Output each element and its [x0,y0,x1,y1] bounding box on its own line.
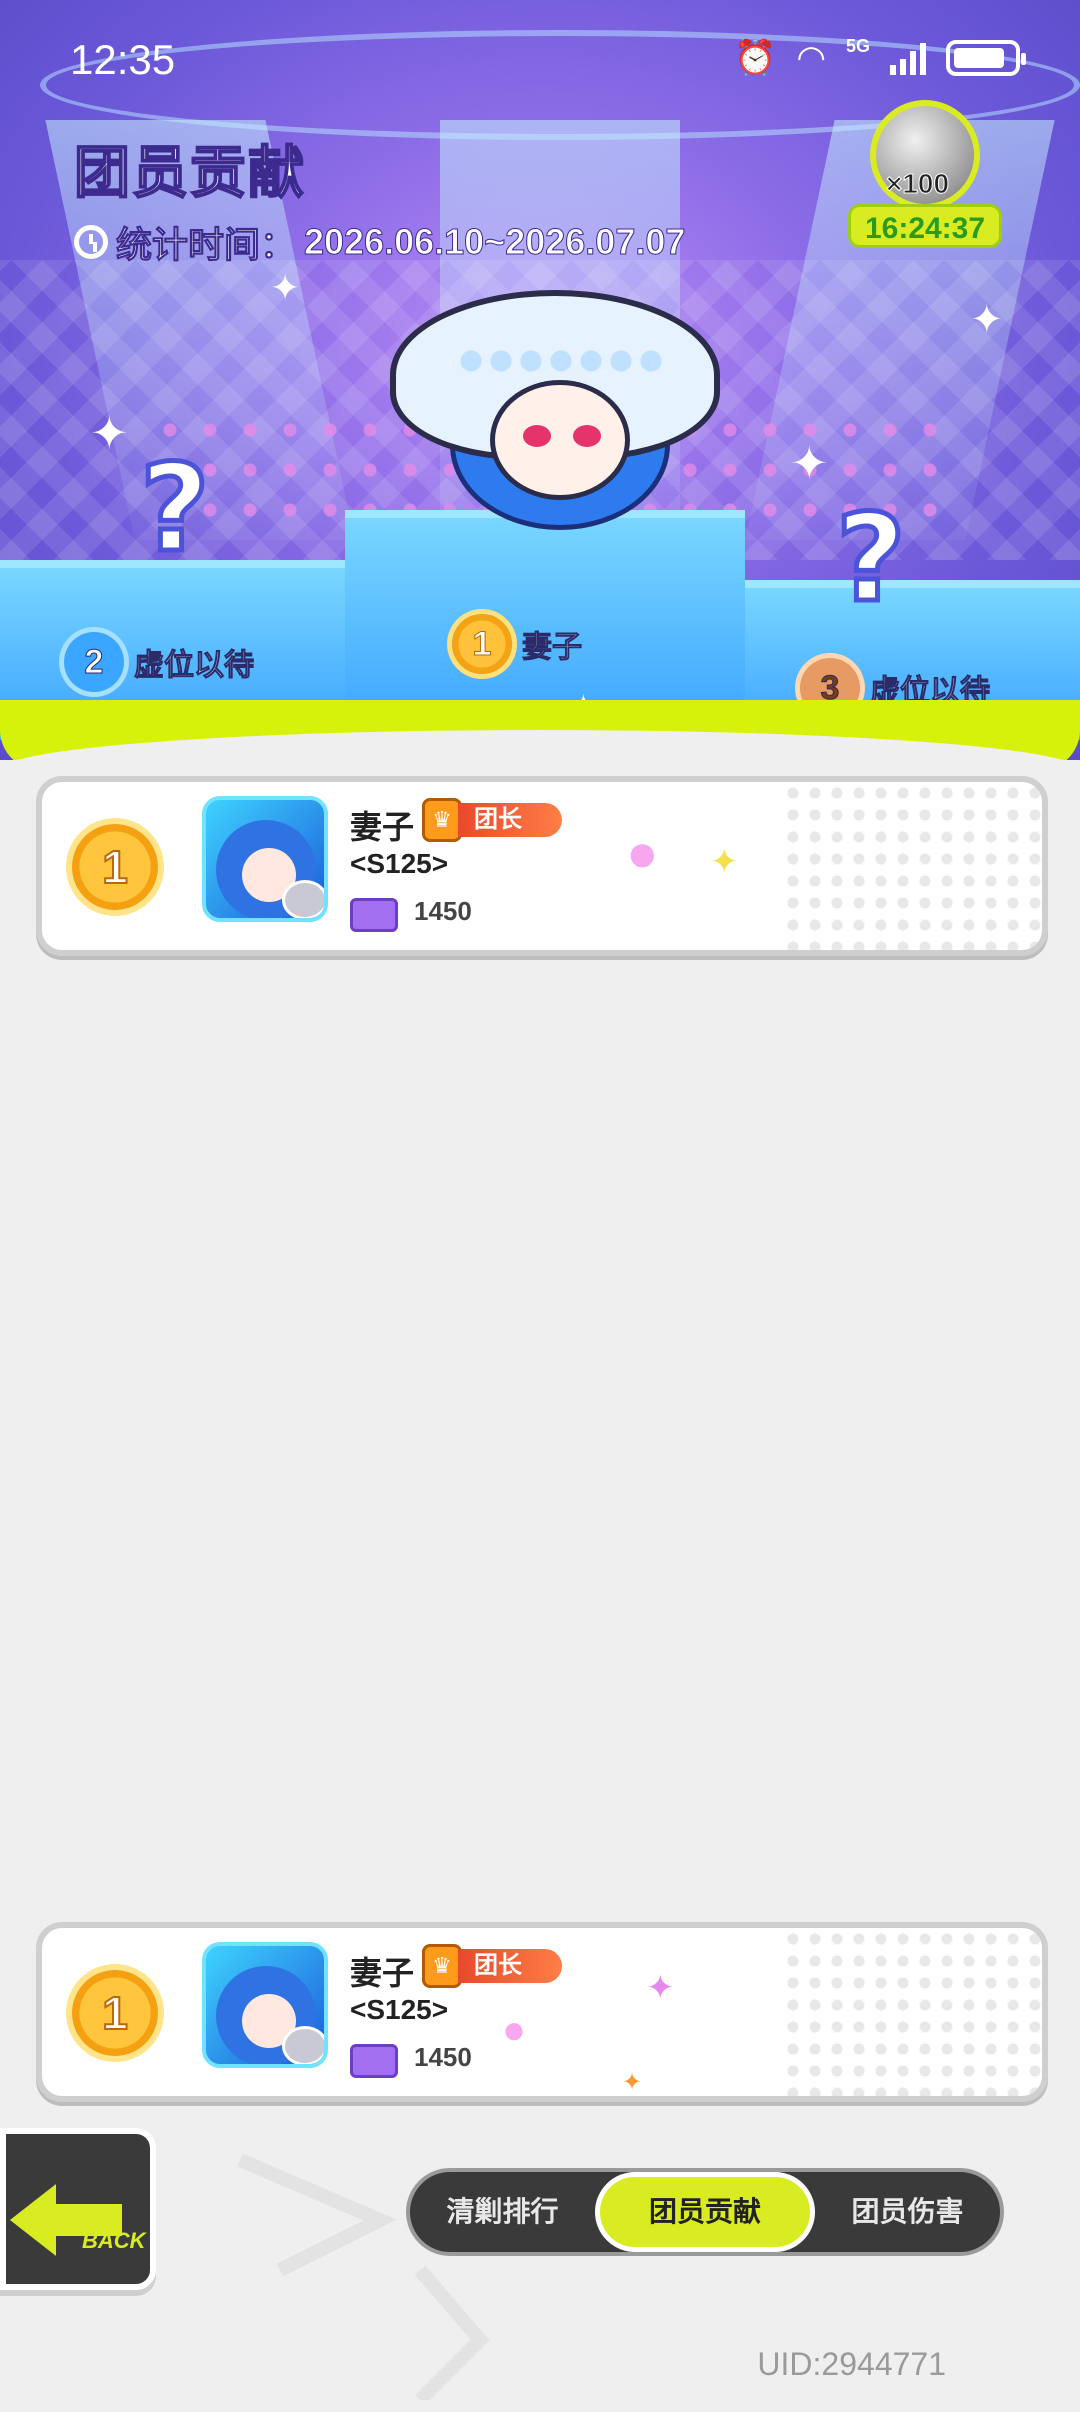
alarm-icon: ⏰ [733,39,777,77]
role-badge: ♛ 团长 [422,798,562,842]
role-label: 团长 [458,803,562,837]
role-label: 团长 [458,1949,562,1983]
sparkle-icon: ✦ [90,407,129,459]
tab-member-damage[interactable]: 团员伤害 [815,2172,1000,2252]
rank-badge: 1 [72,824,158,910]
sparkle-icon: ✦ [970,298,1004,342]
back-arrow-icon [10,2184,56,2256]
contribution-ticket-icon [350,898,398,932]
status-icons: ⏰ ◠ 5G [733,35,1026,78]
tab-member-contribution[interactable]: 团员贡献 [595,2172,815,2252]
member-name: 妻子 [350,809,415,845]
member-name: 妻子 [350,1955,415,1991]
my-rank-card[interactable]: 1 妻子 ♛ 团长 <S125> 1450 ✦ ● ✦ [36,1922,1048,2102]
contribution-score: 1450 [414,2042,472,2072]
crown-icon: ♛ [422,1944,462,1988]
top-member-character [390,290,720,550]
character-face [490,380,630,500]
reward-count: ×100 [885,168,950,200]
crown-icon: ♛ [422,798,462,842]
page-title: 团员贡献 [73,140,306,205]
contribution-ticket-icon [350,2044,398,2078]
clock-icon [74,225,108,259]
avatar [202,1942,328,2068]
podium-label-second: 2 虚位以待 [64,632,255,692]
question-mark-icon: ? [138,440,213,579]
pet-icon [282,2026,324,2064]
reward-timer: 16:24:37 [848,204,1002,248]
server-tag: <S125> [350,848,449,879]
tab-bar: 清剿排行 团员贡献 团员伤害 [406,2168,1004,2256]
question-mark-icon: ? [834,490,909,629]
podium-name: 妻子 [522,631,583,665]
sparkle-icon: ✦ [710,843,739,881]
sparkle-icon: ✦ [790,437,829,489]
rank-badge: 1 [72,1970,158,2056]
back-label: BACK [82,2228,146,2253]
bubble-icon: ● [626,823,659,883]
status-time: 12:35 [70,36,176,83]
stat-period: 统计时间： 2026.06.10~2026.07.07 [74,216,686,268]
bubble-icon: ● [502,2008,527,2052]
wifi-icon: ◠ [796,39,826,77]
signal-icon [890,41,926,75]
reward-chest[interactable]: ×100 16:24:37 [848,96,1002,252]
sparkle-icon: ✦ [622,2069,643,2096]
battery-icon [946,40,1026,76]
user-id: UID:2944771 [757,2346,946,2382]
rank-badge-1: 1 [452,614,512,674]
network-label: 5G [845,35,870,56]
pet-icon [282,880,324,918]
stat-range: 2026.06.10~2026.07.07 [304,221,686,263]
podium-name: 虚位以待 [134,649,255,683]
header-stage: ? ? ✦ ✦ ✦ ✦ ✦ ✦ 2 虚位以待 1 妻子 3 虚位以待 12:35… [0,0,1080,760]
avatar [202,796,328,922]
back-button[interactable]: BACK [0,2128,156,2290]
podium-label-first: 1 妻子 [452,614,583,674]
sparkle-icon: ✦ [270,267,301,308]
server-tag: <S125> [350,1994,449,2025]
list-item[interactable]: 1 妻子 ♛ 团长 <S125> 1450 ● ✦ [36,776,1048,956]
rank-badge-2: 2 [64,632,124,692]
contribution-score: 1450 [414,896,472,926]
sparkle-icon: ✦ [646,1969,675,2007]
role-badge: ♛ 团长 [422,1944,562,1988]
tab-clear-ranking[interactable]: 清剿排行 [410,2172,595,2252]
stat-label: 统计时间： [115,224,297,266]
